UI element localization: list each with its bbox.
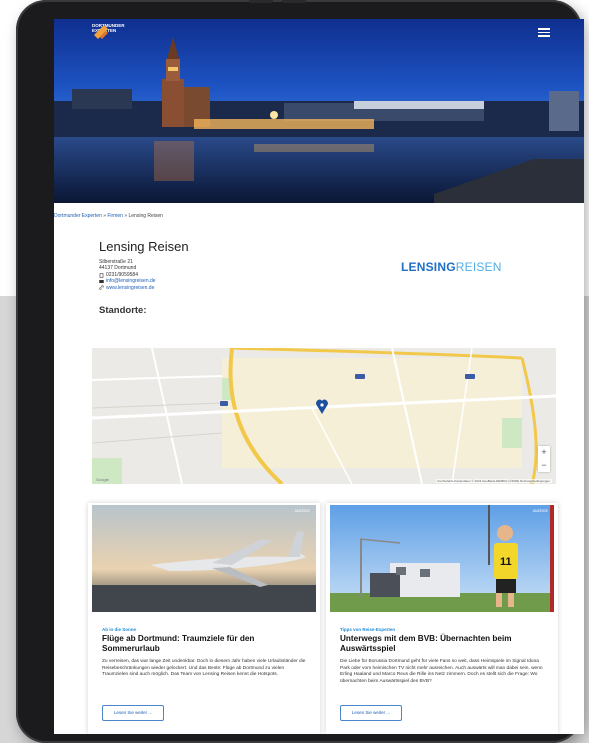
card-title[interactable]: Unterwegs mit dem BVB: Übernachten beim … xyxy=(340,634,545,654)
logo-mark-icon xyxy=(94,25,108,39)
breadcrumb-current: Lensing Reisen xyxy=(128,213,163,219)
read-more-button[interactable]: Lesen Sie weiter ... xyxy=(340,705,402,721)
svg-text:11: 11 xyxy=(500,556,512,568)
mail-icon xyxy=(99,279,104,283)
map-zoom-out-button[interactable]: − xyxy=(538,459,550,472)
map-zoom-in-button[interactable]: + xyxy=(538,446,550,459)
read-more-button[interactable]: Lesen Sie weiter ... xyxy=(102,705,164,721)
phone-icon xyxy=(99,272,104,278)
article-image-airplane: ANZEIGE xyxy=(92,505,316,612)
map-attribution: Kurzbefehle Kartendaten © 2024 GeoBasis-… xyxy=(435,479,552,483)
site-logo[interactable]: DORTMUNDER EXPERTEN xyxy=(92,23,132,39)
tablet-screen: DORTMUNDER EXPERTEN Dortmunder Experten … xyxy=(54,19,584,734)
tablet-frame: DORTMUNDER EXPERTEN Dortmunder Experten … xyxy=(16,0,584,743)
card-badge: ANZEIGE xyxy=(532,509,548,513)
hamburger-menu-icon[interactable] xyxy=(538,28,550,37)
card-kicker: Tipps von Reise-Experten xyxy=(340,627,396,632)
location-map[interactable]: + − Google Kurzbefehle Kartendaten © 202… xyxy=(92,348,556,484)
breadcrumb: Dortmunder Experten » Firmen » Lensing R… xyxy=(54,213,163,219)
card-excerpt: Die Liebe für Borussia Dortmund geht für… xyxy=(340,659,543,684)
card-excerpt: Zu verreisen, das war lange Zeit undenkb… xyxy=(102,659,306,678)
locations-heading: Standorte: xyxy=(99,305,147,316)
article-image-bvb-fan: 11 ANZEIGE xyxy=(330,505,554,612)
card-kicker: Ab in die Sonne xyxy=(102,627,137,632)
card-title[interactable]: Flüge ab Dortmund: Traumziele für den So… xyxy=(102,634,307,654)
breadcrumb-separator: » xyxy=(124,213,128,219)
link-icon xyxy=(99,285,104,291)
card-badge: ANZEIGE xyxy=(294,509,310,513)
article-card-bvb: 11 ANZEIGE Tipps von Reise-Experten Unte… xyxy=(326,503,558,734)
map-google-logo: Google xyxy=(96,477,109,482)
tablet-top-button xyxy=(249,0,273,3)
map-canvas xyxy=(92,348,556,484)
hero-city-image xyxy=(54,37,584,203)
breadcrumb-separator: » xyxy=(103,213,106,219)
company-website-link[interactable]: www.lensingreisen.de xyxy=(106,285,154,291)
breadcrumb-home-link[interactable]: Dortmunder Experten xyxy=(54,213,102,219)
company-website-row: www.lensingreisen.de xyxy=(99,285,539,291)
tablet-top-button-2 xyxy=(282,0,306,3)
company-brand-logo: LENSINGREISEN xyxy=(401,260,502,274)
hero-banner: DORTMUNDER EXPERTEN xyxy=(54,19,584,203)
article-card-flights: ANZEIGE Ab in die Sonne Flüge ab Dortmun… xyxy=(88,503,320,734)
breadcrumb-firmen-link[interactable]: Firmen xyxy=(107,213,123,219)
map-zoom-control: + − xyxy=(538,446,550,472)
company-name: Lensing Reisen xyxy=(99,239,189,254)
